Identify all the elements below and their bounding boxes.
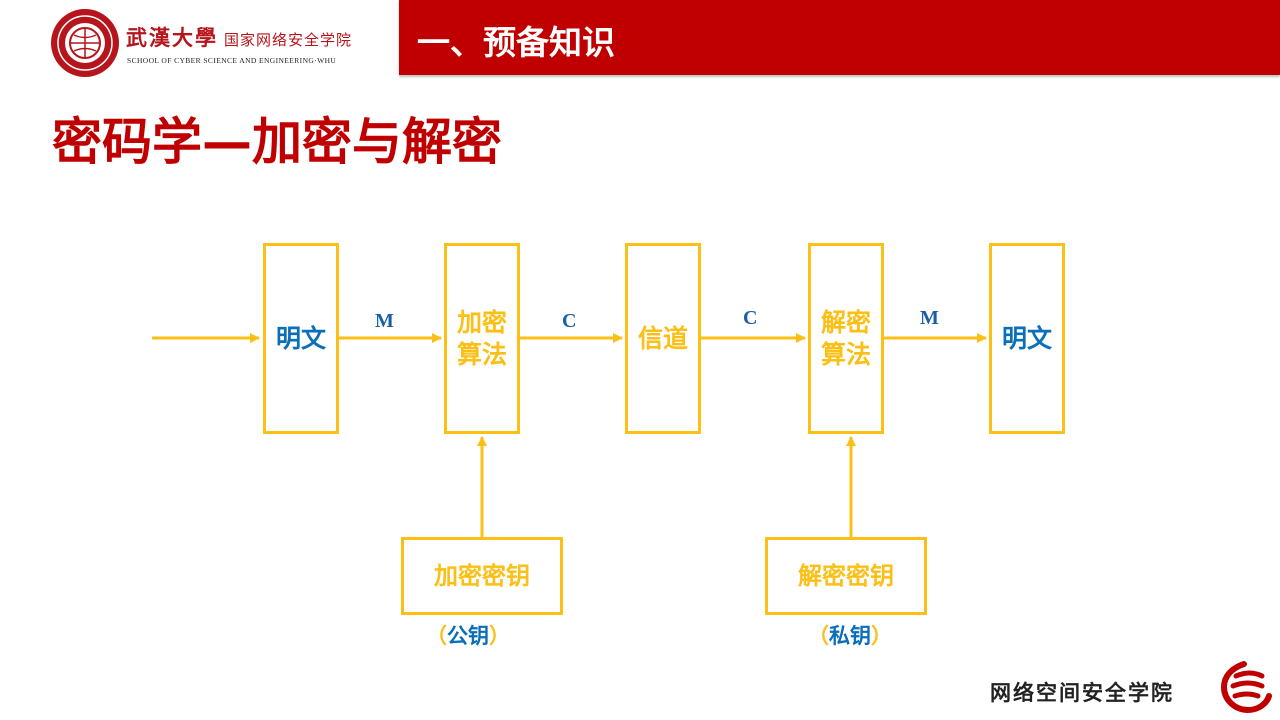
decryption-algorithm-label-2: 算法 [820,339,871,369]
decryption-key-label: 解密密钥 [798,562,894,590]
decryption-key-box: 解密密钥 [765,537,927,615]
encryption-algorithm-box: 加密 算法 [444,243,520,434]
encryption-key-label: 加密密钥 [434,562,530,590]
plaintext-input-box: 明文 [263,243,339,434]
footer-college-name: 网络空间安全学院 [990,680,1174,705]
encryption-key-box: 加密密钥 [401,537,563,615]
arrow-label-c1: C [562,310,577,332]
channel-box: 信道 [625,243,701,434]
decryption-algorithm-box: 解密 算法 [808,243,884,434]
plaintext-output-box: 明文 [989,243,1065,434]
college-emblem-logo [1214,658,1274,716]
public-key-text: 公钥 [447,624,489,648]
plaintext-output-label: 明文 [1001,323,1052,353]
encryption-algorithm-label-1: 加密 [456,307,507,337]
channel-label: 信道 [637,323,688,353]
note-open-paren: （ [426,624,447,648]
encryption-algorithm-label-2: 算法 [456,339,507,369]
arrow-label-m1: M [375,310,394,332]
arrow-label-m2: M [920,307,939,329]
plaintext-input-label: 明文 [275,323,326,353]
note-close-paren: ） [871,624,892,648]
arrow-label-c2: C [743,307,758,329]
note-close-paren: ） [489,624,510,648]
private-key-note: （私钥） [808,620,892,650]
note-open-paren: （ [808,624,829,648]
private-key-text: 私钥 [829,624,871,648]
decryption-algorithm-label-1: 解密 [820,307,871,337]
public-key-note: （公钥） [426,620,510,650]
